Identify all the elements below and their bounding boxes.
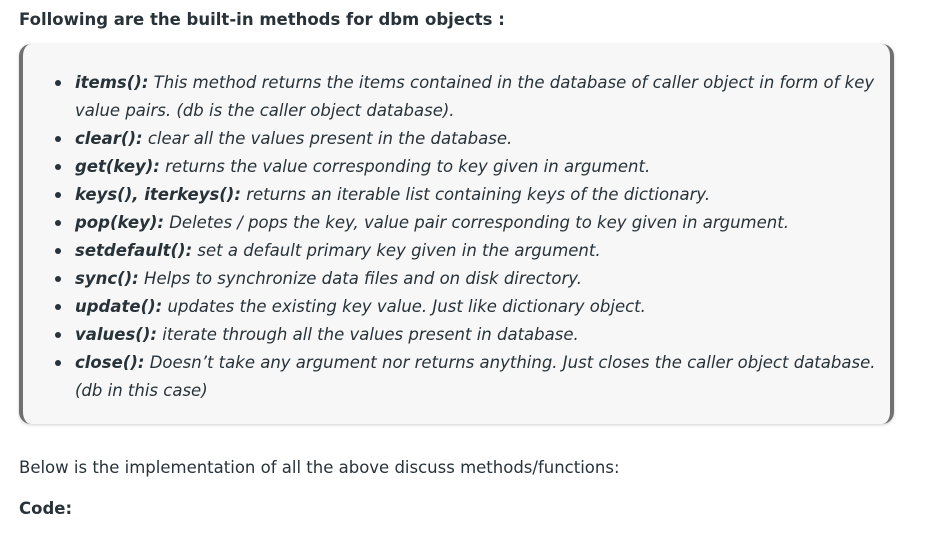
method-item-clear: clear(): clear all the values present in… xyxy=(51,125,881,153)
bullet-icon xyxy=(55,248,61,254)
method-item-keys: keys(), iterkeys(): returns an iterable … xyxy=(51,181,881,209)
method-name: keys(), iterkeys(): xyxy=(75,185,241,204)
methods-note-box: items(): This method returns the items c… xyxy=(19,44,894,424)
method-description: set a default primary key given in the a… xyxy=(192,241,601,260)
method-name: get(key): xyxy=(75,157,160,176)
method-description: returns an iterable list containing keys… xyxy=(240,185,711,204)
implementation-paragraph: Below is the implementation of all the a… xyxy=(19,458,620,477)
bullet-icon xyxy=(55,276,61,282)
method-item-update: update(): updates the existing key value… xyxy=(51,293,881,321)
method-item-items: items(): This method returns the items c… xyxy=(51,69,881,125)
method-item-setdefault: setdefault(): set a default primary key … xyxy=(51,237,881,265)
method-item-close: close(): Doesn’t take any argument nor r… xyxy=(51,349,881,405)
method-description: This method returns the items contained … xyxy=(75,73,875,120)
bullet-icon xyxy=(55,304,61,310)
method-description: updates the existing key value. Just lik… xyxy=(162,297,646,316)
bullet-icon xyxy=(55,192,61,198)
method-name: close(): xyxy=(75,353,145,372)
bullet-icon xyxy=(55,136,61,142)
method-name: update(): xyxy=(75,297,163,316)
method-description: Doesn’t take any argument nor returns an… xyxy=(75,353,876,400)
method-description: clear all the values present in the data… xyxy=(142,129,513,148)
bullet-icon xyxy=(55,360,61,366)
method-name: sync(): xyxy=(75,269,139,288)
method-description: Deletes / pops the key, value pair corre… xyxy=(163,213,789,232)
method-item-sync: sync(): Helps to synchronize data files … xyxy=(51,265,881,293)
method-item-get: get(key): returns the value correspondin… xyxy=(51,153,881,181)
bullet-icon xyxy=(55,164,61,170)
code-label: Code: xyxy=(19,499,73,518)
method-name: values(): xyxy=(75,325,157,344)
method-name: pop(key): xyxy=(75,213,164,232)
method-description: Helps to synchronize data files and on d… xyxy=(138,269,582,288)
method-description: returns the value corresponding to key g… xyxy=(159,157,651,176)
method-name: clear(): xyxy=(75,129,143,148)
bullet-icon xyxy=(55,332,61,338)
bullet-icon xyxy=(55,220,61,226)
method-item-pop: pop(key): Deletes / pops the key, value … xyxy=(51,209,881,237)
bullet-icon xyxy=(55,80,61,86)
section-heading: Following are the built-in methods for d… xyxy=(19,10,505,29)
method-item-values: values(): iterate through all the values… xyxy=(51,321,881,349)
method-name: items(): xyxy=(75,73,149,92)
method-name: setdefault(): xyxy=(75,241,193,260)
method-list: items(): This method returns the items c… xyxy=(51,69,881,405)
method-description: iterate through all the values present i… xyxy=(156,325,579,344)
